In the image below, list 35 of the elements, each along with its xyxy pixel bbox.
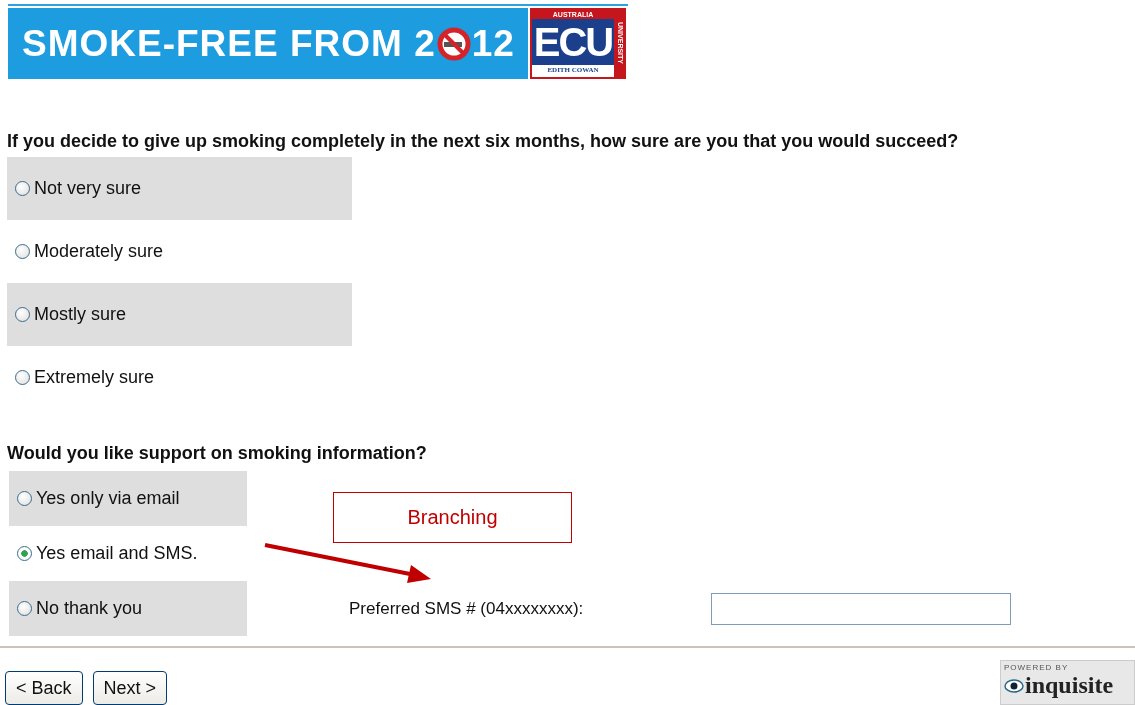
radio-button[interactable] [15, 370, 30, 385]
field-label: Preferred SMS # (04xxxxxxxx): [349, 598, 585, 619]
radio-option[interactable]: Mostly sure [7, 283, 352, 346]
annotation-label: Branching [407, 506, 498, 529]
option-label: Not very sure [34, 178, 142, 199]
question-text: Would you like support on smoking information? [7, 443, 428, 463]
radio-option[interactable]: Yes email and SMS. [9, 526, 247, 581]
question-text: If you decide to give up smoking completely in the next six months, how sure are you that you would succeed? [7, 131, 960, 151]
input-field[interactable] [711, 592, 1011, 625]
radio-button[interactable] [17, 601, 32, 616]
radio-option[interactable]: Extremely sure [7, 346, 352, 409]
option-label: Yes email and SMS. [36, 543, 198, 564]
option-label: Mostly sure [34, 304, 127, 325]
radio-button[interactable] [17, 546, 32, 561]
logo-text: inquisite [1025, 672, 1114, 699]
eye-icon [1004, 678, 1024, 693]
radio-button[interactable] [15, 307, 30, 322]
radio-option[interactable]: No thank you [9, 581, 247, 636]
back-button[interactable]: < Back [5, 671, 83, 705]
option-label: Moderately sure [34, 241, 164, 262]
radio-button[interactable] [15, 181, 30, 196]
next-button[interactable]: Next > [92, 671, 168, 705]
logo-text: POWERED BY [1004, 663, 1070, 672]
no-smoking-icon [436, 26, 471, 61]
option-label: Extremely sure [34, 367, 155, 388]
logo-mark: ECU [532, 19, 614, 65]
radio-option[interactable]: Not very sure [7, 157, 352, 220]
option-label: No thank you [36, 598, 143, 619]
banner-title: SMOKE-FREE FROM 2 [22, 22, 436, 65]
radio-button[interactable] [17, 491, 32, 506]
radio-button[interactable] [15, 244, 30, 259]
radio-option[interactable]: Moderately sure [7, 220, 352, 283]
banner-title: 12 [471, 22, 515, 65]
radio-option[interactable]: Yes only via email [9, 471, 247, 526]
option-label: Yes only via email [36, 488, 180, 509]
